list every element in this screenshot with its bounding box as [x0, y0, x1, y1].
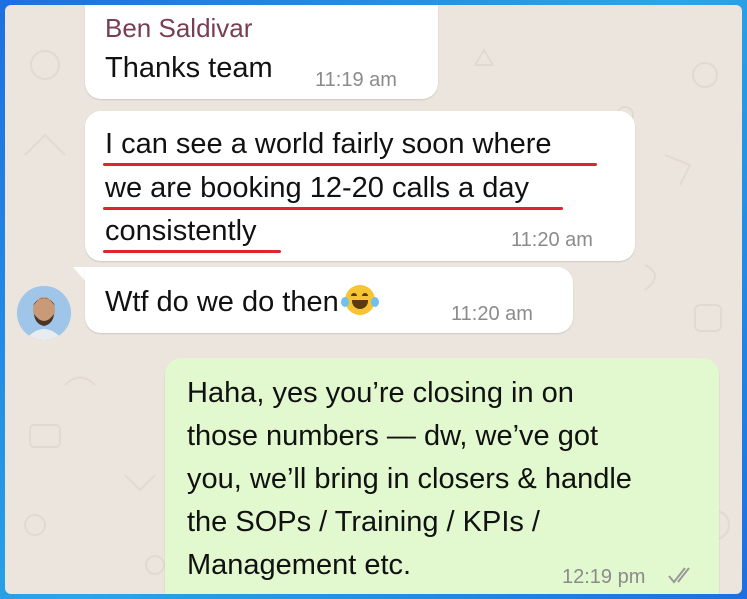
message-line: we are booking 12-20 calls a day [105, 172, 529, 204]
message-time: 11:19 am [315, 69, 397, 91]
message-bubble-incoming[interactable]: Wtf do we do then 11:20 am [85, 267, 573, 333]
message-line: Management etc. [187, 549, 412, 581]
message-text: Wtf do we do then [105, 285, 379, 320]
message-line: the SOPs / Training / KPIs / [187, 506, 540, 538]
message-text: Thanks team [105, 52, 273, 84]
person-avatar-icon [17, 286, 71, 340]
message-line: Haha, yes you’re closing in on [187, 377, 574, 409]
message-bubble-incoming[interactable]: Ben Saldivar Thanks team 11:19 am [85, 5, 438, 99]
message-time: 11:20 am [511, 229, 593, 251]
message-line: you, we’ll bring in closers & handle [187, 463, 632, 495]
avatar[interactable] [17, 286, 71, 340]
message-text-content: Wtf do we do then [105, 286, 339, 318]
red-underline [103, 250, 281, 253]
message-time: 11:20 am [451, 303, 533, 325]
read-receipt-icon [668, 567, 690, 584]
red-underline [103, 163, 597, 166]
message-line: those numbers — dw, we’ve got [187, 420, 599, 452]
message-bubble-outgoing[interactable]: Haha, yes you’re closing in on those num… [165, 358, 719, 594]
message-line: I can see a world fairly soon where [105, 128, 552, 160]
laughing-emoji-icon [340, 285, 379, 315]
chat-area[interactable]: Ben Saldivar Thanks team 11:19 am I can … [5, 5, 742, 594]
red-underline [103, 207, 563, 210]
sender-name: Ben Saldivar [105, 13, 253, 43]
image-frame: Ben Saldivar Thanks team 11:19 am I can … [0, 0, 747, 599]
message-line: consistently [105, 215, 257, 247]
message-bubble-incoming[interactable]: I can see a world fairly soon where we a… [85, 111, 635, 261]
message-time: 12:19 pm [562, 566, 646, 588]
